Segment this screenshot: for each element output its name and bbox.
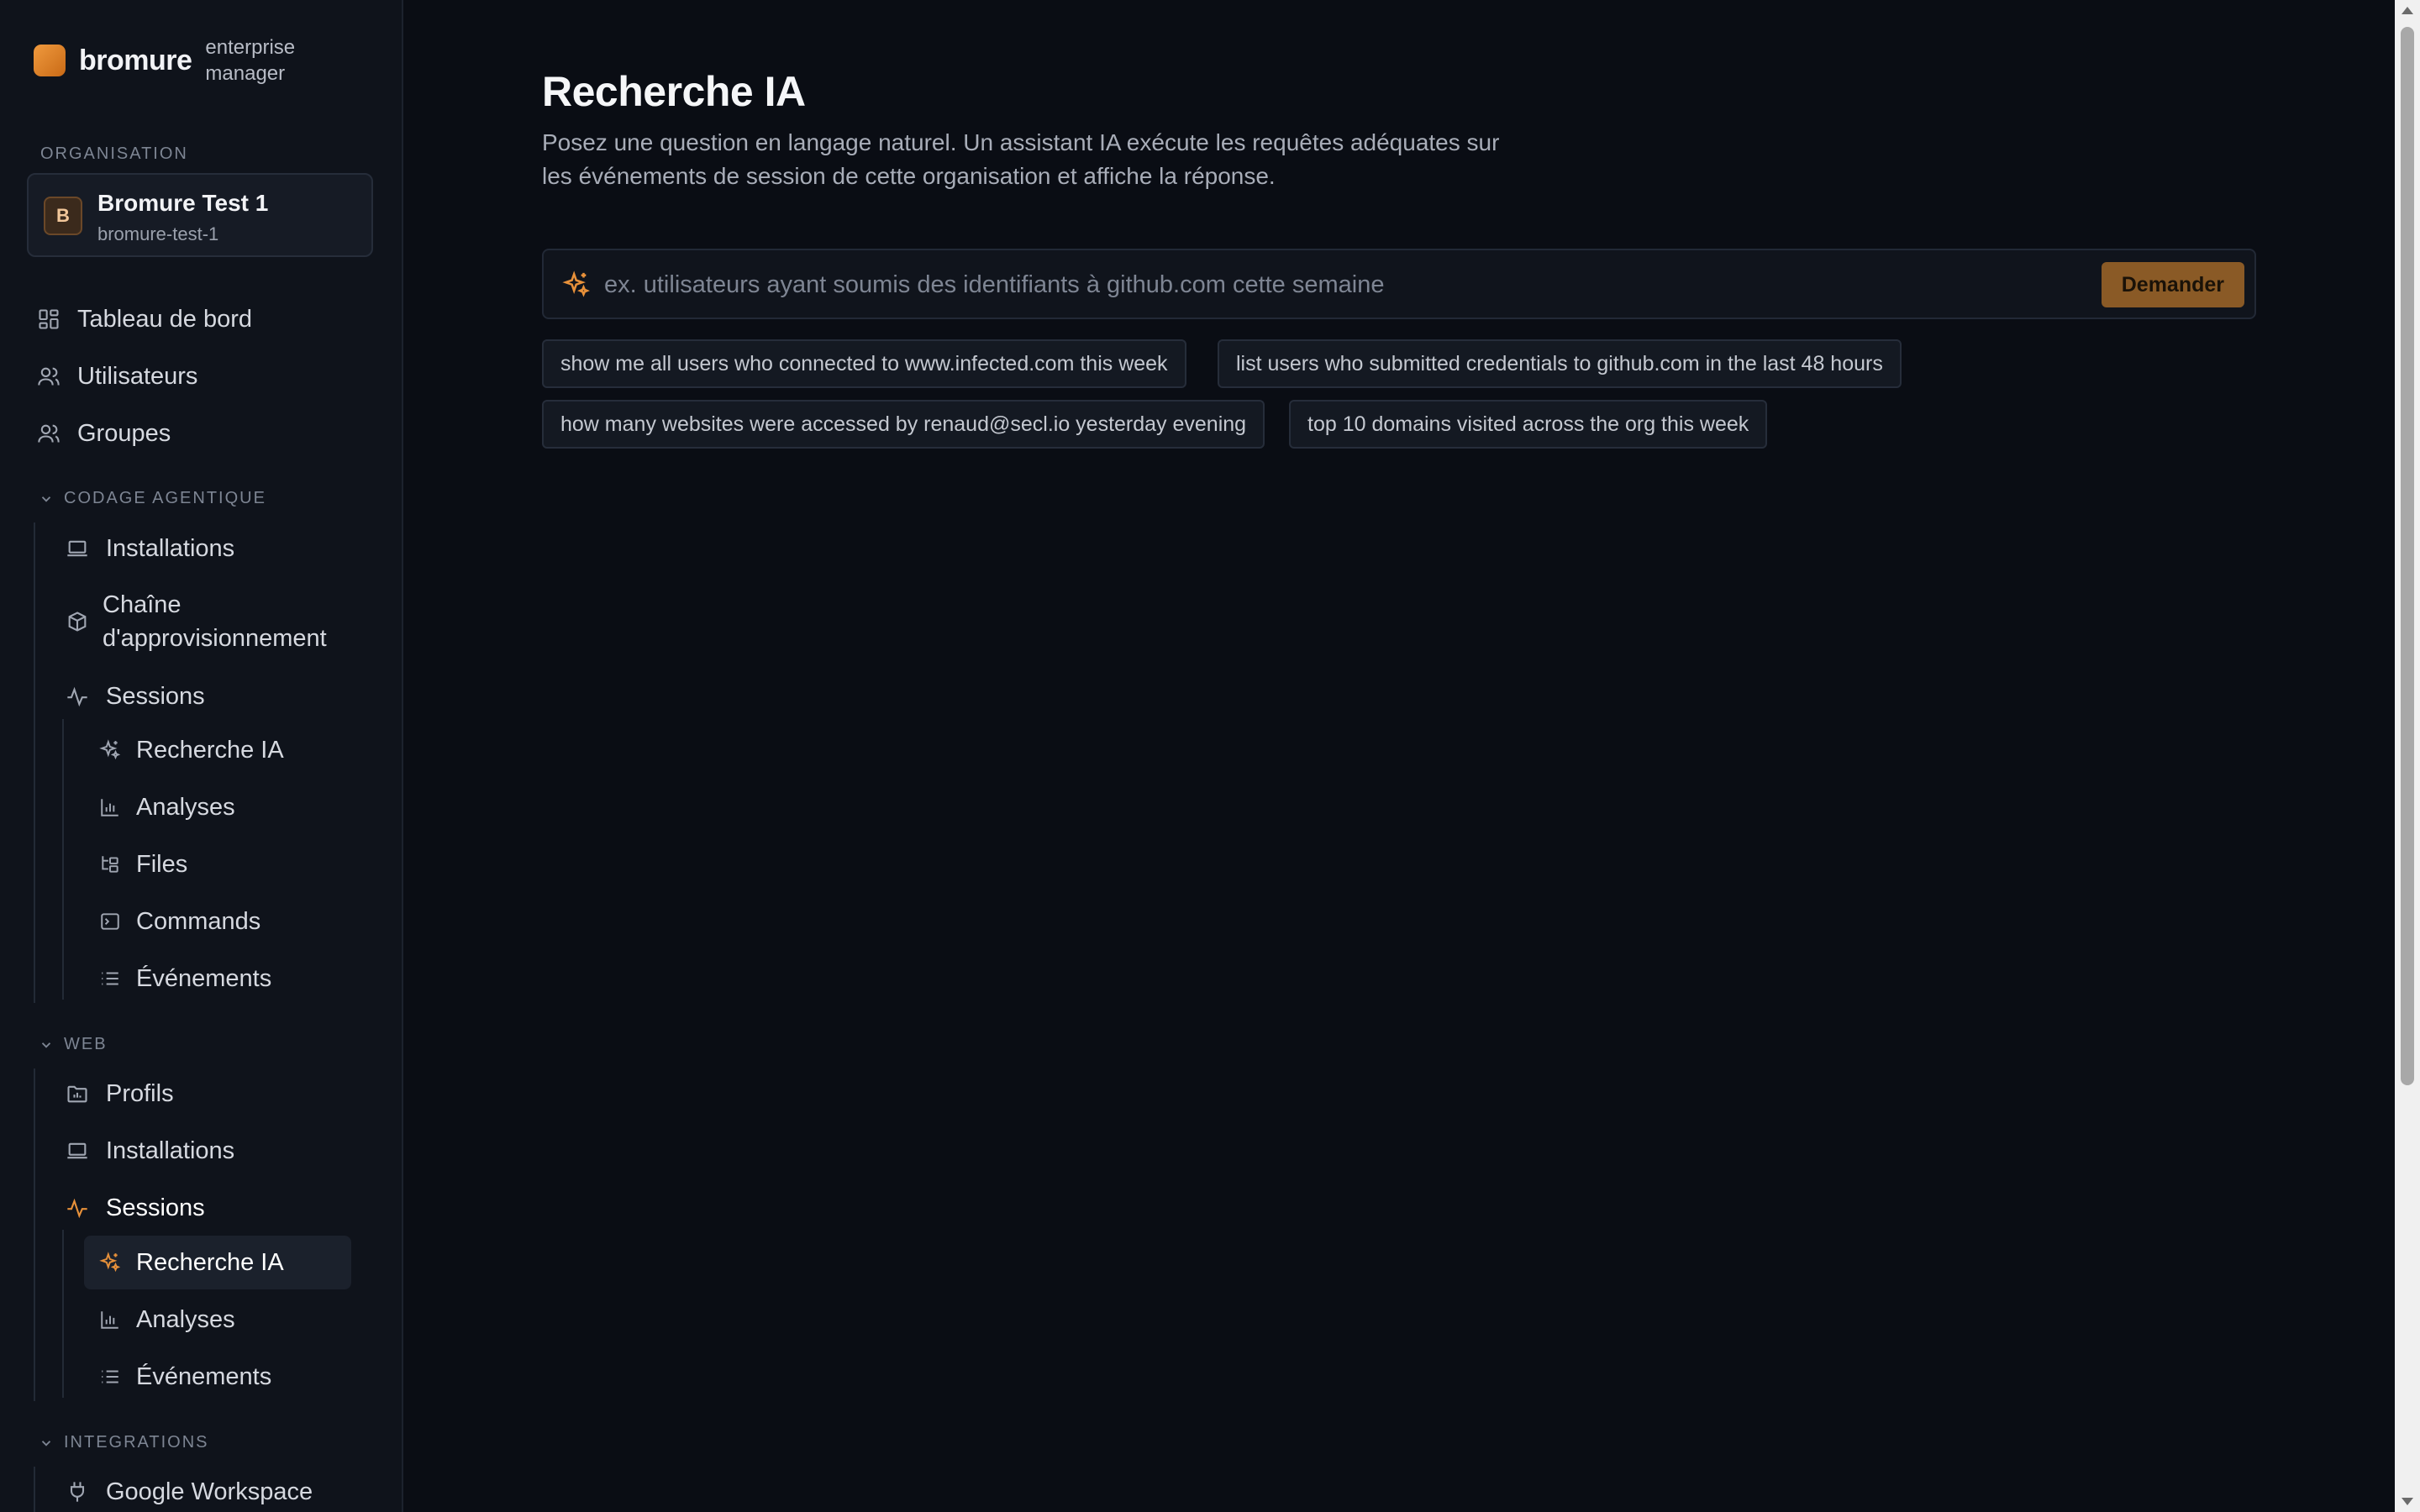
ai-search-bar: Demander xyxy=(542,249,2256,319)
page-scrollbar[interactable] xyxy=(2395,0,2420,1512)
scrollbar-thumb[interactable] xyxy=(2401,27,2414,1085)
sidebar: bromure enterprise manager ORGANISATION … xyxy=(0,0,403,1512)
chevron-down-icon xyxy=(41,496,51,502)
page-title: Recherche IA xyxy=(542,68,806,115)
ai-search-input[interactable] xyxy=(602,262,2118,307)
sidebar-item-agentic-analytics[interactable]: Analyses xyxy=(99,790,235,824)
org-slug: bromure-test-1 xyxy=(97,223,219,244)
integrations-section-label: INTEGRATIONS xyxy=(64,1433,209,1452)
list-icon xyxy=(102,1370,118,1383)
sidebar-item-web-sessions[interactable]: Sessions xyxy=(66,1191,205,1225)
brand[interactable]: bromure enterprise manager xyxy=(34,34,323,87)
sidebar-item-google-workspace[interactable]: Google Workspace xyxy=(66,1475,313,1509)
chevron-down-icon xyxy=(41,1440,51,1446)
group-toggle-web[interactable]: WEB xyxy=(39,1035,108,1054)
brand-name: bromure xyxy=(79,44,192,76)
groups-icon xyxy=(38,424,60,443)
sidebar-item-agentic-installations[interactable]: Installations xyxy=(66,532,234,565)
sidebar-item-groups[interactable]: Groupes xyxy=(37,417,171,450)
sidebar-item-label: Sessions xyxy=(106,682,205,710)
sidebar-item-label: d'approvisionnement xyxy=(103,625,327,652)
sidebar-item-label: Événements xyxy=(136,964,272,992)
sparkles-icon xyxy=(99,1252,121,1273)
terminal-icon xyxy=(101,913,119,930)
sidebar-item-web-ai-search[interactable]: Recherche IA xyxy=(84,1236,351,1289)
tree-line xyxy=(62,719,64,1000)
sidebar-item-label: Installations xyxy=(106,534,235,562)
suggestion-chip[interactable]: how many websites were accessed by renau… xyxy=(542,400,1265,449)
sparkles-icon xyxy=(562,270,590,297)
users-icon xyxy=(38,367,60,386)
activity-icon xyxy=(67,686,87,707)
sidebar-item-label: Sessions xyxy=(106,1194,205,1221)
sidebar-item-label: Recherche IA xyxy=(136,1248,284,1276)
group-toggle-integrations[interactable]: INTEGRATIONS xyxy=(39,1433,209,1452)
sidebar-item-profiles[interactable]: Profils xyxy=(66,1077,174,1110)
sidebar-item-label: Files xyxy=(136,850,188,878)
sidebar-item-supply-chain[interactable]: Chaîne d'approvisionnement xyxy=(66,588,327,655)
sparkles-icon xyxy=(99,739,121,760)
ask-button[interactable]: Demander xyxy=(2101,262,2244,307)
sidebar-item-label: Chaîne xyxy=(103,591,182,618)
tree-line xyxy=(62,1230,64,1398)
plug-icon xyxy=(70,1482,85,1502)
brand-subtitle: enterprise manager xyxy=(205,36,296,85)
organization-section-label: ORGANISATION xyxy=(40,144,188,163)
sidebar-item-users[interactable]: Utilisateurs xyxy=(37,360,197,393)
group-toggle-agentic[interactable]: CODAGE AGENTIQUE xyxy=(39,489,266,508)
folder-chart-icon xyxy=(67,1085,87,1103)
sidebar-item-label: Installations xyxy=(106,1137,235,1164)
sidebar-item-label: Commands xyxy=(136,907,261,935)
bar-chart-icon xyxy=(101,799,118,816)
sidebar-item-label: Recherche IA xyxy=(136,736,284,764)
scroll-down-arrow-icon[interactable] xyxy=(2402,1498,2413,1505)
sidebar-item-label: Utilisateurs xyxy=(77,362,198,390)
sidebar-item-agentic-events[interactable]: Événements xyxy=(99,962,271,995)
suggestion-chip[interactable]: top 10 domains visited across the org th… xyxy=(1289,400,1768,449)
tree-line xyxy=(34,1467,35,1512)
sidebar-item-dashboard[interactable]: Tableau de bord xyxy=(37,302,252,336)
org-avatar: B xyxy=(44,197,82,235)
brand-logo xyxy=(34,45,66,76)
sidebar-item-agentic-sessions[interactable]: Sessions xyxy=(66,680,205,713)
sidebar-item-web-installations[interactable]: Installations xyxy=(66,1134,234,1168)
bar-chart-icon xyxy=(101,1311,118,1329)
sidebar-item-label: Groupes xyxy=(77,419,171,447)
laptop-icon xyxy=(67,540,87,557)
sidebar-item-label: Tableau de bord xyxy=(77,305,252,333)
dashboard-icon xyxy=(39,309,59,329)
sidebar-item-files[interactable]: Files xyxy=(99,848,187,881)
org-name: Bromure Test 1 xyxy=(97,190,269,216)
laptop-icon xyxy=(67,1142,87,1159)
folder-tree-icon xyxy=(102,856,118,873)
suggestion-chip[interactable]: list users who submitted credentials to … xyxy=(1218,339,1902,388)
sidebar-item-commands[interactable]: Commands xyxy=(99,905,260,938)
tree-line xyxy=(34,1068,35,1401)
list-icon xyxy=(102,972,118,985)
main-content: Recherche IA Posez une question en langa… xyxy=(403,0,2395,1512)
page-description: Posez une question en langage naturel. U… xyxy=(542,129,1500,189)
sidebar-item-label: Événements xyxy=(136,1362,272,1390)
organization-switcher[interactable]: B Bromure Test 1 bromure-test-1 xyxy=(27,173,373,257)
web-section-label: WEB xyxy=(64,1035,108,1053)
sidebar-item-agentic-ai-search[interactable]: Recherche IA xyxy=(99,733,284,767)
sidebar-item-label: Google Workspace xyxy=(106,1478,313,1505)
sidebar-item-label: Analyses xyxy=(136,1305,235,1333)
sidebar-item-web-analytics[interactable]: Analyses xyxy=(99,1303,235,1336)
scroll-up-arrow-icon[interactable] xyxy=(2402,7,2413,14)
package-icon xyxy=(68,612,87,632)
chevron-down-icon xyxy=(41,1042,51,1048)
sidebar-item-label: Analyses xyxy=(136,793,235,821)
activity-icon xyxy=(67,1198,87,1219)
sidebar-item-web-events[interactable]: Événements xyxy=(99,1360,271,1394)
app-root: bromure enterprise manager ORGANISATION … xyxy=(0,0,2420,1512)
agentic-section-label: CODAGE AGENTIQUE xyxy=(64,489,266,507)
tree-line xyxy=(34,522,35,1003)
sidebar-item-label: Profils xyxy=(106,1079,174,1107)
suggestion-chip[interactable]: show me all users who connected to www.i… xyxy=(542,339,1186,388)
